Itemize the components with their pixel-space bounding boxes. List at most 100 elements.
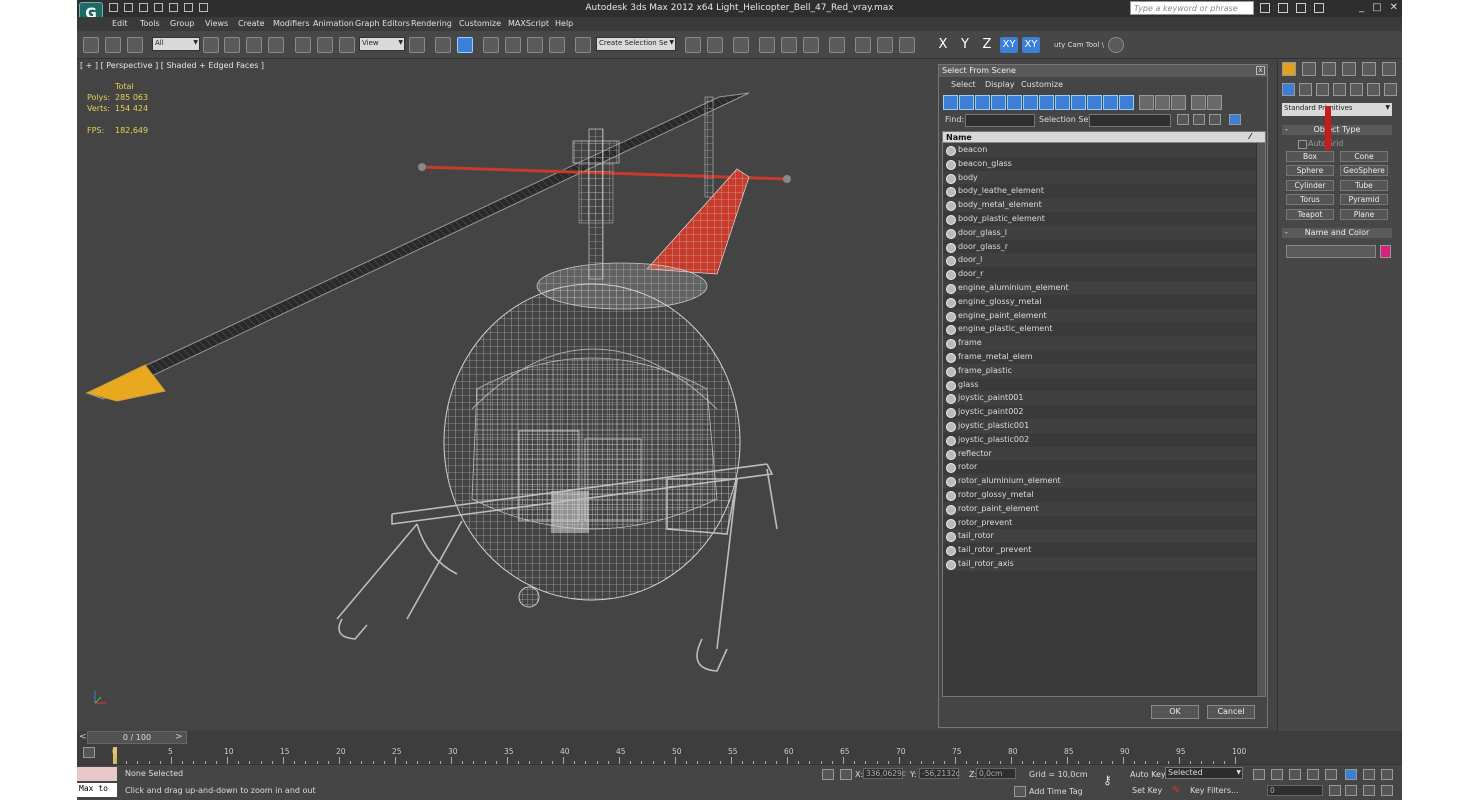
filter-xrefs-icon[interactable]	[1055, 95, 1070, 110]
filter-cameras-icon[interactable]	[991, 95, 1006, 110]
selection-set-remove-icon[interactable]	[1193, 114, 1205, 125]
list-item[interactable]: door_r	[943, 267, 1265, 281]
list-item[interactable]: body_plastic_element	[943, 212, 1265, 226]
object-name-field[interactable]	[1286, 245, 1376, 258]
window-crossing-icon[interactable]	[268, 37, 284, 53]
maxscript-listener-output[interactable]	[77, 767, 117, 781]
list-item[interactable]: joystic_plastic001	[943, 418, 1265, 433]
select-none-icon[interactable]	[1155, 95, 1170, 110]
scene-object-list[interactable]: Name ⁄ beacon beacon_glass body body_leathe…	[942, 131, 1266, 697]
list-item[interactable]: engine_plastic_element	[943, 322, 1265, 336]
list-item[interactable]: joystic_paint001	[943, 391, 1265, 406]
next-frame-icon[interactable]	[1307, 769, 1319, 780]
selection-lock-icon[interactable]	[822, 769, 834, 780]
filter-options-icon[interactable]	[1207, 95, 1222, 110]
menu-graph-editors[interactable]: Graph Editors	[355, 19, 410, 28]
graphite-ribbon-icon[interactable]	[759, 37, 775, 53]
list-item[interactable]: body_leathe_element	[943, 184, 1265, 198]
list-item[interactable]: rotor_aluminium_element	[943, 474, 1265, 488]
filter-funnel-icon[interactable]	[1191, 95, 1206, 110]
dialog-close-icon[interactable]: x	[1256, 66, 1265, 75]
filter-geometry-icon[interactable]	[943, 95, 958, 110]
time-configuration-icon[interactable]	[1329, 785, 1341, 796]
previous-frame-icon[interactable]	[1271, 769, 1283, 780]
menu-rendering[interactable]: Rendering	[411, 19, 452, 28]
spacewarps-category-icon[interactable]	[1367, 83, 1380, 96]
utility-toolbar-label[interactable]: uty Cam Tool \	[1054, 41, 1104, 49]
current-frame-field[interactable]: 0	[1267, 785, 1323, 796]
scale-icon[interactable]	[339, 37, 355, 53]
menu-tools[interactable]: Tools	[140, 19, 160, 28]
selection-set-add-icon[interactable]	[1177, 114, 1189, 125]
select-by-name-icon[interactable]	[224, 37, 240, 53]
filter-bones-icon[interactable]	[1071, 95, 1086, 110]
list-item[interactable]: frame_plastic	[943, 363, 1265, 378]
list-item[interactable]: tail_rotor _prevent	[943, 543, 1265, 557]
rectangular-selection-icon[interactable]	[246, 37, 262, 53]
axis-z-button[interactable]: Z	[978, 37, 996, 53]
favorites-icon[interactable]	[1296, 3, 1306, 13]
geosphere-button[interactable]: GeoSphere	[1340, 165, 1388, 176]
menu-modifiers[interactable]: Modifiers	[273, 19, 310, 28]
sphere-button[interactable]: Sphere	[1286, 165, 1334, 176]
motion-tab-icon[interactable]	[1342, 62, 1356, 76]
filter-groups-icon[interactable]	[1039, 95, 1054, 110]
filter-containers-icon[interactable]	[1087, 95, 1102, 110]
select-manipulate-icon[interactable]	[435, 37, 451, 53]
list-item[interactable]: frame	[943, 336, 1265, 350]
modify-tab-icon[interactable]	[1302, 62, 1316, 76]
selection-set-edit-icon[interactable]	[1209, 114, 1221, 125]
camera-tool-icon[interactable]	[1108, 37, 1124, 53]
cylinder-button[interactable]: Cylinder	[1286, 180, 1334, 191]
menu-help[interactable]: Help	[555, 19, 573, 28]
torus-button[interactable]: Torus	[1286, 194, 1334, 205]
list-item[interactable]: rotor_prevent	[943, 516, 1265, 530]
selection-set-combo[interactable]	[1089, 114, 1171, 127]
time-prev-arrow[interactable]: <	[79, 732, 87, 742]
list-item[interactable]: rotor	[943, 460, 1265, 474]
filter-shapes-icon[interactable]	[959, 95, 974, 110]
list-item[interactable]: rotor_paint_element	[943, 501, 1265, 516]
menu-create[interactable]: Create	[238, 19, 265, 28]
select-all-icon[interactable]	[1139, 95, 1154, 110]
zoom-all-icon[interactable]	[1363, 769, 1375, 780]
keyboard-shortcut-override-icon[interactable]	[457, 37, 473, 53]
list-item[interactable]: frame_metal_elem	[943, 350, 1265, 364]
filter-spacewarps-icon[interactable]	[1023, 95, 1038, 110]
help-search-input[interactable]: Type a keyword or phrase	[1130, 1, 1254, 15]
list-item[interactable]: door_l	[943, 253, 1265, 268]
close-icon[interactable]: ✕	[1390, 2, 1398, 13]
list-item[interactable]: joystic_paint002	[943, 405, 1265, 419]
geometry-category-icon[interactable]	[1282, 83, 1295, 96]
select-invert-icon[interactable]	[1171, 95, 1186, 110]
menu-group[interactable]: Group	[170, 19, 194, 28]
list-item[interactable]: tail_rotor_axis	[943, 556, 1265, 571]
selection-filter-combo[interactable]: All	[152, 37, 200, 51]
set-key-button[interactable]: Set Key	[1132, 786, 1162, 795]
axis-xy-cycle-button[interactable]: XY	[1022, 37, 1040, 53]
shapes-category-icon[interactable]	[1299, 83, 1312, 96]
list-item[interactable]: door_glass_l	[943, 225, 1265, 240]
snaps-toggle-icon[interactable]	[483, 37, 499, 53]
list-item[interactable]: reflector	[943, 446, 1265, 461]
mirror-icon[interactable]	[685, 37, 701, 53]
communication-icon[interactable]	[1278, 3, 1288, 13]
column-header-name[interactable]: Name ⁄	[943, 132, 1265, 143]
help-icon[interactable]	[1314, 3, 1324, 13]
x-coord-field[interactable]: 336,0629c	[863, 768, 906, 779]
unlink-icon[interactable]	[105, 37, 121, 53]
dialog-menu-select[interactable]: Select	[951, 80, 976, 89]
filter-helpers-icon[interactable]	[1007, 95, 1022, 110]
edit-named-selection-icon[interactable]	[575, 37, 591, 53]
list-item[interactable]: tail_rotor	[943, 529, 1265, 544]
teapot-button[interactable]: Teapot	[1286, 209, 1334, 220]
material-editor-icon[interactable]	[829, 37, 845, 53]
filter-hidden-icon[interactable]	[1119, 95, 1134, 110]
curve-editor-icon[interactable]	[781, 37, 797, 53]
zoom-icon[interactable]	[1345, 769, 1357, 780]
dialog-menu-customize[interactable]: Customize	[1021, 80, 1063, 89]
link-icon[interactable]	[83, 37, 99, 53]
menu-views[interactable]: Views	[205, 19, 228, 28]
object-color-swatch[interactable]	[1380, 245, 1391, 258]
percent-snap-icon[interactable]	[527, 37, 543, 53]
